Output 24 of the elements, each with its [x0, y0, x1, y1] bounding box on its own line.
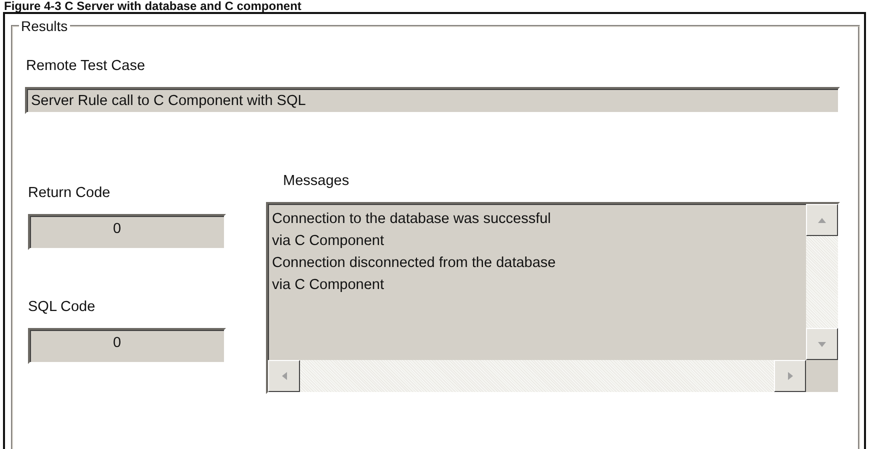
sql-code-field[interactable]: 0	[28, 328, 226, 364]
return-code-field[interactable]: 0	[28, 214, 226, 250]
vertical-scrollbar[interactable]	[806, 204, 838, 360]
group-title: Results	[19, 18, 70, 34]
field-label: SQL Code	[28, 298, 96, 316]
horizontal-scrollbar[interactable]	[268, 360, 806, 392]
scroll-down-button[interactable]	[806, 328, 838, 360]
message-line: via C Component	[272, 232, 386, 251]
figure-caption: Figure 4-3 C Server with database and C component	[3, 0, 302, 12]
messages-box[interactable]: Connection to the database was successful via C Component Connection disconnected from the database via C Component	[266, 202, 840, 394]
scroll-left-button[interactable]	[268, 360, 300, 392]
scroll-up-button[interactable]	[806, 204, 838, 236]
field-label: Messages	[283, 172, 350, 190]
test-case-field[interactable]: Server Rule call to C Component with SQL	[25, 87, 840, 114]
field-label: Remote Test Case	[26, 57, 146, 75]
left-arrow-icon	[282, 372, 286, 380]
message-line: Connection disconnected from the database	[272, 254, 557, 273]
message-line: Connection to the database was successful	[272, 210, 552, 229]
message-line: via C Component	[272, 276, 386, 295]
field-label: Return Code	[28, 184, 112, 202]
down-arrow-icon	[818, 342, 826, 346]
up-arrow-icon	[818, 218, 826, 222]
scroll-right-button[interactable]	[774, 360, 806, 392]
right-arrow-icon	[788, 372, 792, 380]
